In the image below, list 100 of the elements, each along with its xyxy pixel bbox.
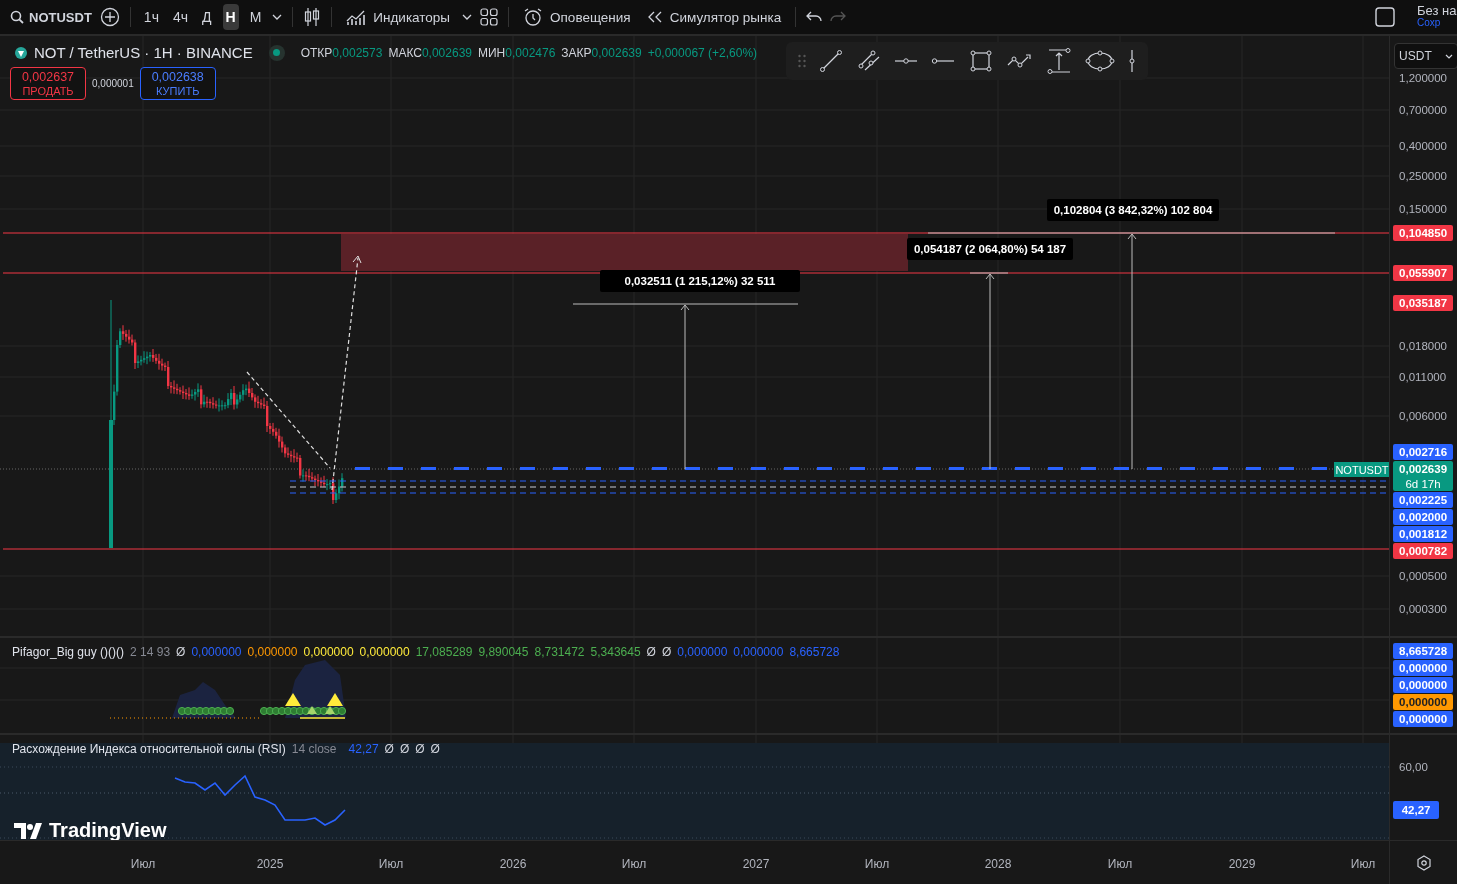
measure-label: 0,102804 (3 842,32%) 102 804: [1047, 199, 1219, 221]
interval-tab[interactable]: Д: [199, 4, 215, 30]
price-tick: 0,000500: [1399, 569, 1447, 584]
symbol-title[interactable]: NOT / TetherUS · 1H · BINANCE: [34, 44, 253, 61]
indicator-value: Ø: [646, 645, 656, 659]
vertical-line-icon[interactable]: [1127, 49, 1136, 73]
templates-icon[interactable]: [480, 8, 499, 26]
rectangle-icon[interactable]: [968, 49, 993, 73]
time-tick: 2026: [499, 857, 527, 871]
coin-icon: [14, 45, 28, 60]
price-tick: 0,400000: [1399, 139, 1447, 154]
indicator-value-label: 0,000000: [1393, 677, 1454, 693]
alarm-clock-icon: [523, 7, 544, 27]
price-label: 0,002000: [1393, 509, 1454, 525]
search-icon: [10, 10, 24, 24]
indicator-value: Ø: [384, 742, 394, 756]
add-symbol-icon[interactable]: [99, 7, 120, 27]
price-tick: 0,250000: [1399, 169, 1447, 184]
interval-tab[interactable]: М: [246, 4, 265, 30]
time-tick: Июл: [1350, 857, 1376, 871]
indicator-name[interactable]: Pifagor_Big guy ()()(): [12, 645, 125, 659]
indicator-value-label: 0,000000: [1393, 694, 1454, 710]
price-label: 0,002716: [1393, 444, 1454, 460]
signal-dot: [337, 706, 347, 716]
chevron-down-icon: [1445, 53, 1454, 59]
time-tick: Июл: [1107, 857, 1133, 871]
candles-icon[interactable]: [303, 7, 322, 27]
measure-label: 0,054187 (2 064,80%) 54 187: [907, 238, 1073, 260]
signal-dot: [225, 706, 235, 716]
price-tick: 1,200000: [1399, 71, 1447, 86]
indicator-value-label: 0,000000: [1393, 660, 1454, 676]
trend-line-icon[interactable]: [819, 49, 844, 73]
indicator-value: Ø: [399, 742, 410, 756]
measure-label: 0,032511 (1 215,12%) 32 511: [600, 270, 800, 292]
price-label: 0,002639 6d 17h: [1393, 461, 1454, 491]
trend-line[interactable]: [246, 371, 331, 469]
rsi-value: 42,27: [348, 742, 379, 756]
time-tick: Июл: [864, 857, 890, 871]
indicator-value: Ø: [176, 645, 186, 659]
ohlc-value: ОТКР0,002573: [300, 45, 383, 60]
replay-button[interactable]: Симулятор рынка: [642, 9, 786, 25]
symbol-search[interactable]: NOTUSDT: [10, 9, 92, 25]
measure-arrow[interactable]: [985, 273, 995, 470]
rsi-value-label: 42,27: [1393, 801, 1440, 819]
sell-button[interactable]: 0,002637 ПРОДАТЬ: [10, 67, 86, 100]
indicator-value: Ø: [430, 742, 440, 756]
chevron-down-icon[interactable]: [462, 14, 473, 20]
indicator-value: 0,000000: [359, 645, 410, 659]
indicator-params: 2 14 93: [130, 645, 171, 659]
indicator-name[interactable]: Расхождение Индекса относительной силы (RSI): [12, 742, 286, 756]
chart-bars-icon: [346, 8, 367, 26]
price-label: 0,104850: [1393, 225, 1454, 241]
order-line[interactable]: [355, 467, 1327, 470]
symbol-tag: NOTUSDT: [1334, 462, 1390, 477]
price-range-icon[interactable]: [1047, 48, 1072, 74]
indicator-value: 8,665728: [789, 645, 840, 659]
ohlc-value: ЗАКР0,002639: [561, 45, 642, 60]
layout-save-status: Сохр: [1417, 17, 1442, 29]
ellipse-icon[interactable]: [1084, 50, 1115, 72]
symbol-name: NOTUSDT: [29, 9, 92, 25]
price-tick: 0,006000: [1399, 409, 1447, 424]
spread-value: 0,000001: [92, 78, 134, 89]
price-tick: 0,018000: [1399, 339, 1447, 354]
price-label: 0,000782: [1393, 543, 1454, 559]
price-label: 0,035187: [1393, 295, 1454, 311]
time-tick: 2029: [1228, 857, 1256, 871]
chevron-down-icon[interactable]: [272, 14, 283, 20]
alerts-button[interactable]: Оповещения: [519, 7, 635, 27]
interval-tab[interactable]: 1ч: [140, 4, 162, 30]
dashed-arrow[interactable]: [331, 255, 362, 491]
undo-icon[interactable]: [806, 11, 823, 23]
indicator-value: 8,731472: [534, 645, 585, 659]
price-label: 0,002225: [1393, 492, 1454, 508]
time-tick: Июл: [621, 857, 647, 871]
indicator-value-label: 8,665728: [1393, 643, 1454, 659]
interval-tab[interactable]: Н: [222, 4, 239, 30]
time-tick: 2025: [256, 857, 284, 871]
currency-dropdown[interactable]: USDT: [1394, 43, 1457, 69]
indicator-value: 0,000000: [303, 645, 354, 659]
layout-title[interactable]: Без на: [1417, 5, 1457, 17]
drag-handle-icon[interactable]: [798, 54, 806, 68]
indicator-value: Ø: [661, 645, 672, 659]
price-change: +0,000067 (+2,60%): [647, 45, 758, 60]
indicators-button[interactable]: Индикаторы: [342, 8, 455, 26]
parallel-lines-icon[interactable]: [856, 49, 881, 73]
measure-arrow[interactable]: [1127, 233, 1137, 470]
time-tick: 2027: [742, 857, 770, 871]
interval-tab[interactable]: 4ч: [169, 4, 192, 30]
layout-square-icon[interactable]: [1375, 7, 1395, 27]
time-tick: 2028: [984, 857, 1012, 871]
redo-icon[interactable]: [830, 11, 847, 23]
price-tick: 0,011000: [1399, 370, 1447, 385]
ohlc-value: МИН0,002476: [478, 45, 556, 60]
indicator-value: 17,085289: [415, 645, 473, 659]
indicator-params: 14 close: [291, 742, 337, 756]
indicator-value: 0,000000: [677, 645, 728, 659]
measure-arrow[interactable]: [680, 304, 690, 470]
settings-icon[interactable]: [1415, 854, 1432, 871]
price-tick: 0,000300: [1399, 602, 1447, 617]
buy-button[interactable]: 0,002638 КУПИТЬ: [139, 67, 216, 100]
